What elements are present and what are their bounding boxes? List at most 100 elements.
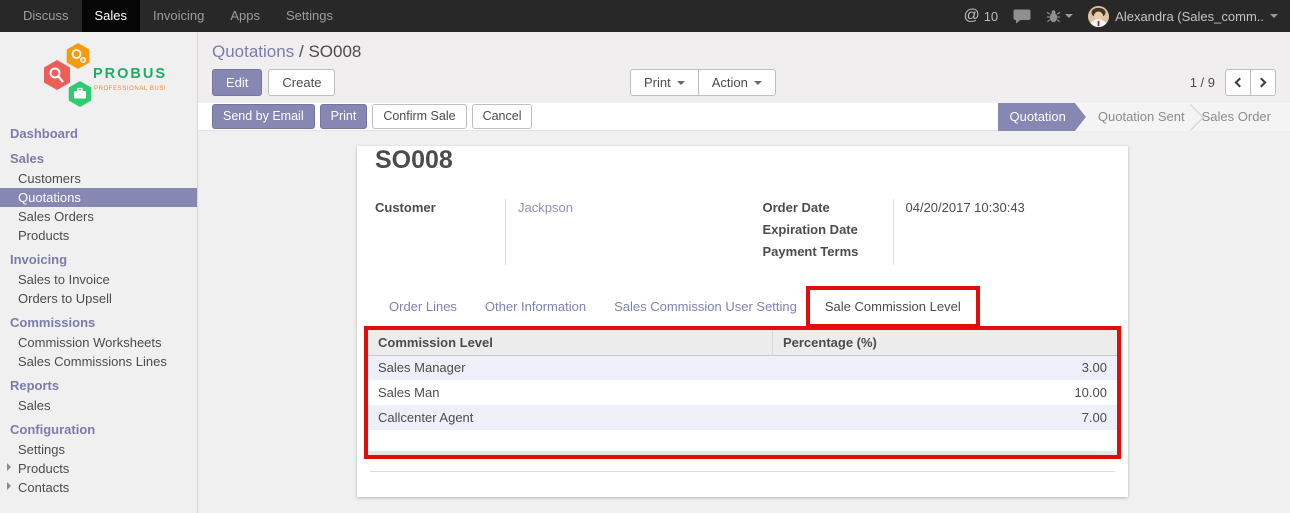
customer-group: Customer Jackpson <box>375 199 723 265</box>
order-date-label: Order Date <box>763 199 893 221</box>
sidebar-item-sales-orders[interactable]: Sales Orders <box>0 207 197 226</box>
send-by-email-button[interactable]: Send by Email <box>212 104 315 129</box>
notebook-tabs: Order Lines Other Information Sales Comm… <box>375 291 1128 323</box>
action-buttons: Print Action <box>630 69 776 96</box>
left-sidebar: PROBUSE PROFESSIONAL BUSINESS Dashboard … <box>0 32 198 513</box>
expand-caret-icon <box>7 463 11 471</box>
status-step-quotation[interactable]: Quotation <box>998 103 1086 131</box>
menu-apps[interactable]: Apps <box>217 0 273 32</box>
chevron-left-icon <box>1235 78 1245 88</box>
cell-level: Sales Man <box>368 380 772 405</box>
sidebar-item-label: Products <box>18 461 69 476</box>
sidebar-item-config-products[interactable]: Products <box>0 459 197 478</box>
menu-settings[interactable]: Settings <box>273 0 346 32</box>
order-date-value: 04/20/2017 10:30:43 <box>906 199 1111 221</box>
mentions-counter[interactable]: @ 10 <box>963 8 998 24</box>
breadcrumb: Quotations / SO008 <box>198 32 1290 62</box>
quotation-form-card: SO008 Customer Jackpson Order Date E <box>357 146 1128 497</box>
table-row[interactable]: Sales Man 10.00 <box>368 380 1117 405</box>
create-button[interactable]: Create <box>268 69 335 96</box>
messages-button[interactable] <box>1013 9 1031 24</box>
cancel-button[interactable]: Cancel <box>472 104 533 129</box>
chevron-right-icon <box>1257 78 1267 88</box>
top-navbar: Discuss Sales Invoicing Apps Settings @ … <box>0 0 1290 32</box>
user-menu[interactable]: Alexandra (Sales_comm.. <box>1088 6 1278 27</box>
sidebar-item-customers[interactable]: Customers <box>0 169 197 188</box>
print-dropdown-button[interactable]: Print <box>630 69 699 96</box>
breadcrumb-separator: / <box>299 42 304 61</box>
sidebar-item-commission-worksheets[interactable]: Commission Worksheets <box>0 333 197 352</box>
tab-other-information[interactable]: Other Information <box>471 291 600 323</box>
sidebar-item-settings[interactable]: Settings <box>0 440 197 459</box>
column-header-commission-level[interactable]: Commission Level <box>368 330 772 355</box>
sidebar-heading-commissions[interactable]: Commissions <box>0 313 197 333</box>
sidebar-heading-configuration[interactable]: Configuration <box>0 420 197 440</box>
sidebar-item-quotations[interactable]: Quotations <box>0 188 197 207</box>
tab-sales-commission-user-setting[interactable]: Sales Commission User Setting <box>600 291 811 323</box>
tab-order-lines[interactable]: Order Lines <box>375 291 471 323</box>
edit-button[interactable]: Edit <box>212 69 262 96</box>
sidebar-item-config-contacts[interactable]: Contacts <box>0 478 197 497</box>
card-separator <box>370 471 1115 472</box>
expiration-date-value <box>906 221 1111 243</box>
customer-label: Customer <box>375 199 505 221</box>
caret-down-icon <box>754 81 762 85</box>
caret-down-icon <box>677 81 685 85</box>
cell-percentage: 10.00 <box>772 380 1117 405</box>
sidebar-item-reports-sales[interactable]: Sales <box>0 396 197 415</box>
form-view-area: SO008 Customer Jackpson Order Date E <box>198 132 1290 513</box>
breadcrumb-quotations[interactable]: Quotations <box>212 42 294 61</box>
next-record-button[interactable] <box>1250 69 1276 96</box>
logo-subtitle: PROFESSIONAL BUSINESS <box>94 86 165 92</box>
table-footer-strip <box>368 451 1117 455</box>
print-button[interactable]: Print <box>320 104 368 129</box>
action-dropdown-button[interactable]: Action <box>698 69 776 96</box>
customer-value-link[interactable]: Jackpson <box>518 199 723 221</box>
control-panel: Quotations / SO008 Edit Create Print Act… <box>198 32 1290 103</box>
status-pipeline: Quotation Quotation Sent Sales Order <box>998 103 1290 131</box>
payment-terms-value <box>906 243 1111 265</box>
previous-record-button[interactable] <box>1225 69 1251 96</box>
menu-invoicing[interactable]: Invoicing <box>140 0 217 32</box>
cell-percentage: 3.00 <box>772 355 1117 380</box>
table-header-row: Commission Level Percentage (%) <box>368 330 1117 355</box>
debug-menu-button[interactable] <box>1046 8 1073 24</box>
at-icon: @ <box>963 8 979 24</box>
top-menu: Discuss Sales Invoicing Apps Settings <box>0 0 346 32</box>
sidebar-heading-invoicing[interactable]: Invoicing <box>0 250 197 270</box>
tab-sale-commission-level[interactable]: Sale Commission Level <box>811 291 975 323</box>
confirm-sale-button[interactable]: Confirm Sale <box>372 104 466 129</box>
breadcrumb-current: SO008 <box>308 42 361 61</box>
sidebar-nav: Dashboard Sales Customers Quotations Sal… <box>0 124 197 497</box>
cell-level: Sales Manager <box>368 355 772 380</box>
user-name: Alexandra (Sales_comm.. <box>1115 9 1264 24</box>
logo-title: PROBUSE <box>93 66 165 82</box>
bug-icon <box>1046 8 1061 24</box>
table-row[interactable]: Sales Manager 3.00 <box>368 355 1117 380</box>
sidebar-item-label: Contacts <box>18 480 69 495</box>
control-panel-row: Edit Create Print Action 1 / 9 <box>212 69 1276 96</box>
table-row[interactable]: Callcenter Agent 7.00 <box>368 405 1117 430</box>
caret-down-icon <box>1065 14 1073 18</box>
page-title: SO008 <box>375 146 1128 175</box>
print-dropdown-label: Print <box>644 70 671 95</box>
sidebar-heading-reports[interactable]: Reports <box>0 376 197 396</box>
form-fields: Customer Jackpson Order Date Expiration … <box>375 199 1110 265</box>
record-pager: 1 / 9 <box>1190 69 1276 96</box>
sidebar-item-dashboard[interactable]: Dashboard <box>0 124 197 144</box>
systray: @ 10 Alexandra (Sales_comm.. <box>963 0 1290 32</box>
chat-bubble-icon <box>1013 9 1031 24</box>
menu-sales[interactable]: Sales <box>82 0 141 32</box>
caret-down-icon <box>1270 14 1278 18</box>
dates-group: Order Date Expiration Date Payment Terms… <box>763 199 1111 265</box>
menu-discuss[interactable]: Discuss <box>10 0 82 32</box>
column-header-percentage[interactable]: Percentage (%) <box>772 330 1117 355</box>
sidebar-item-products[interactable]: Products <box>0 226 197 245</box>
sidebar-item-sales[interactable]: Sales <box>0 149 197 169</box>
commission-level-table: Commission Level Percentage (%) Sales Ma… <box>368 330 1117 430</box>
sidebar-item-orders-to-upsell[interactable]: Orders to Upsell <box>0 289 197 308</box>
sidebar-item-sales-to-invoice[interactable]: Sales to Invoice <box>0 270 197 289</box>
sidebar-item-sales-commissions-lines[interactable]: Sales Commissions Lines <box>0 352 197 371</box>
status-step-sales-order[interactable]: Sales Order <box>1193 103 1280 131</box>
pager-counter: 1 / 9 <box>1190 75 1215 90</box>
